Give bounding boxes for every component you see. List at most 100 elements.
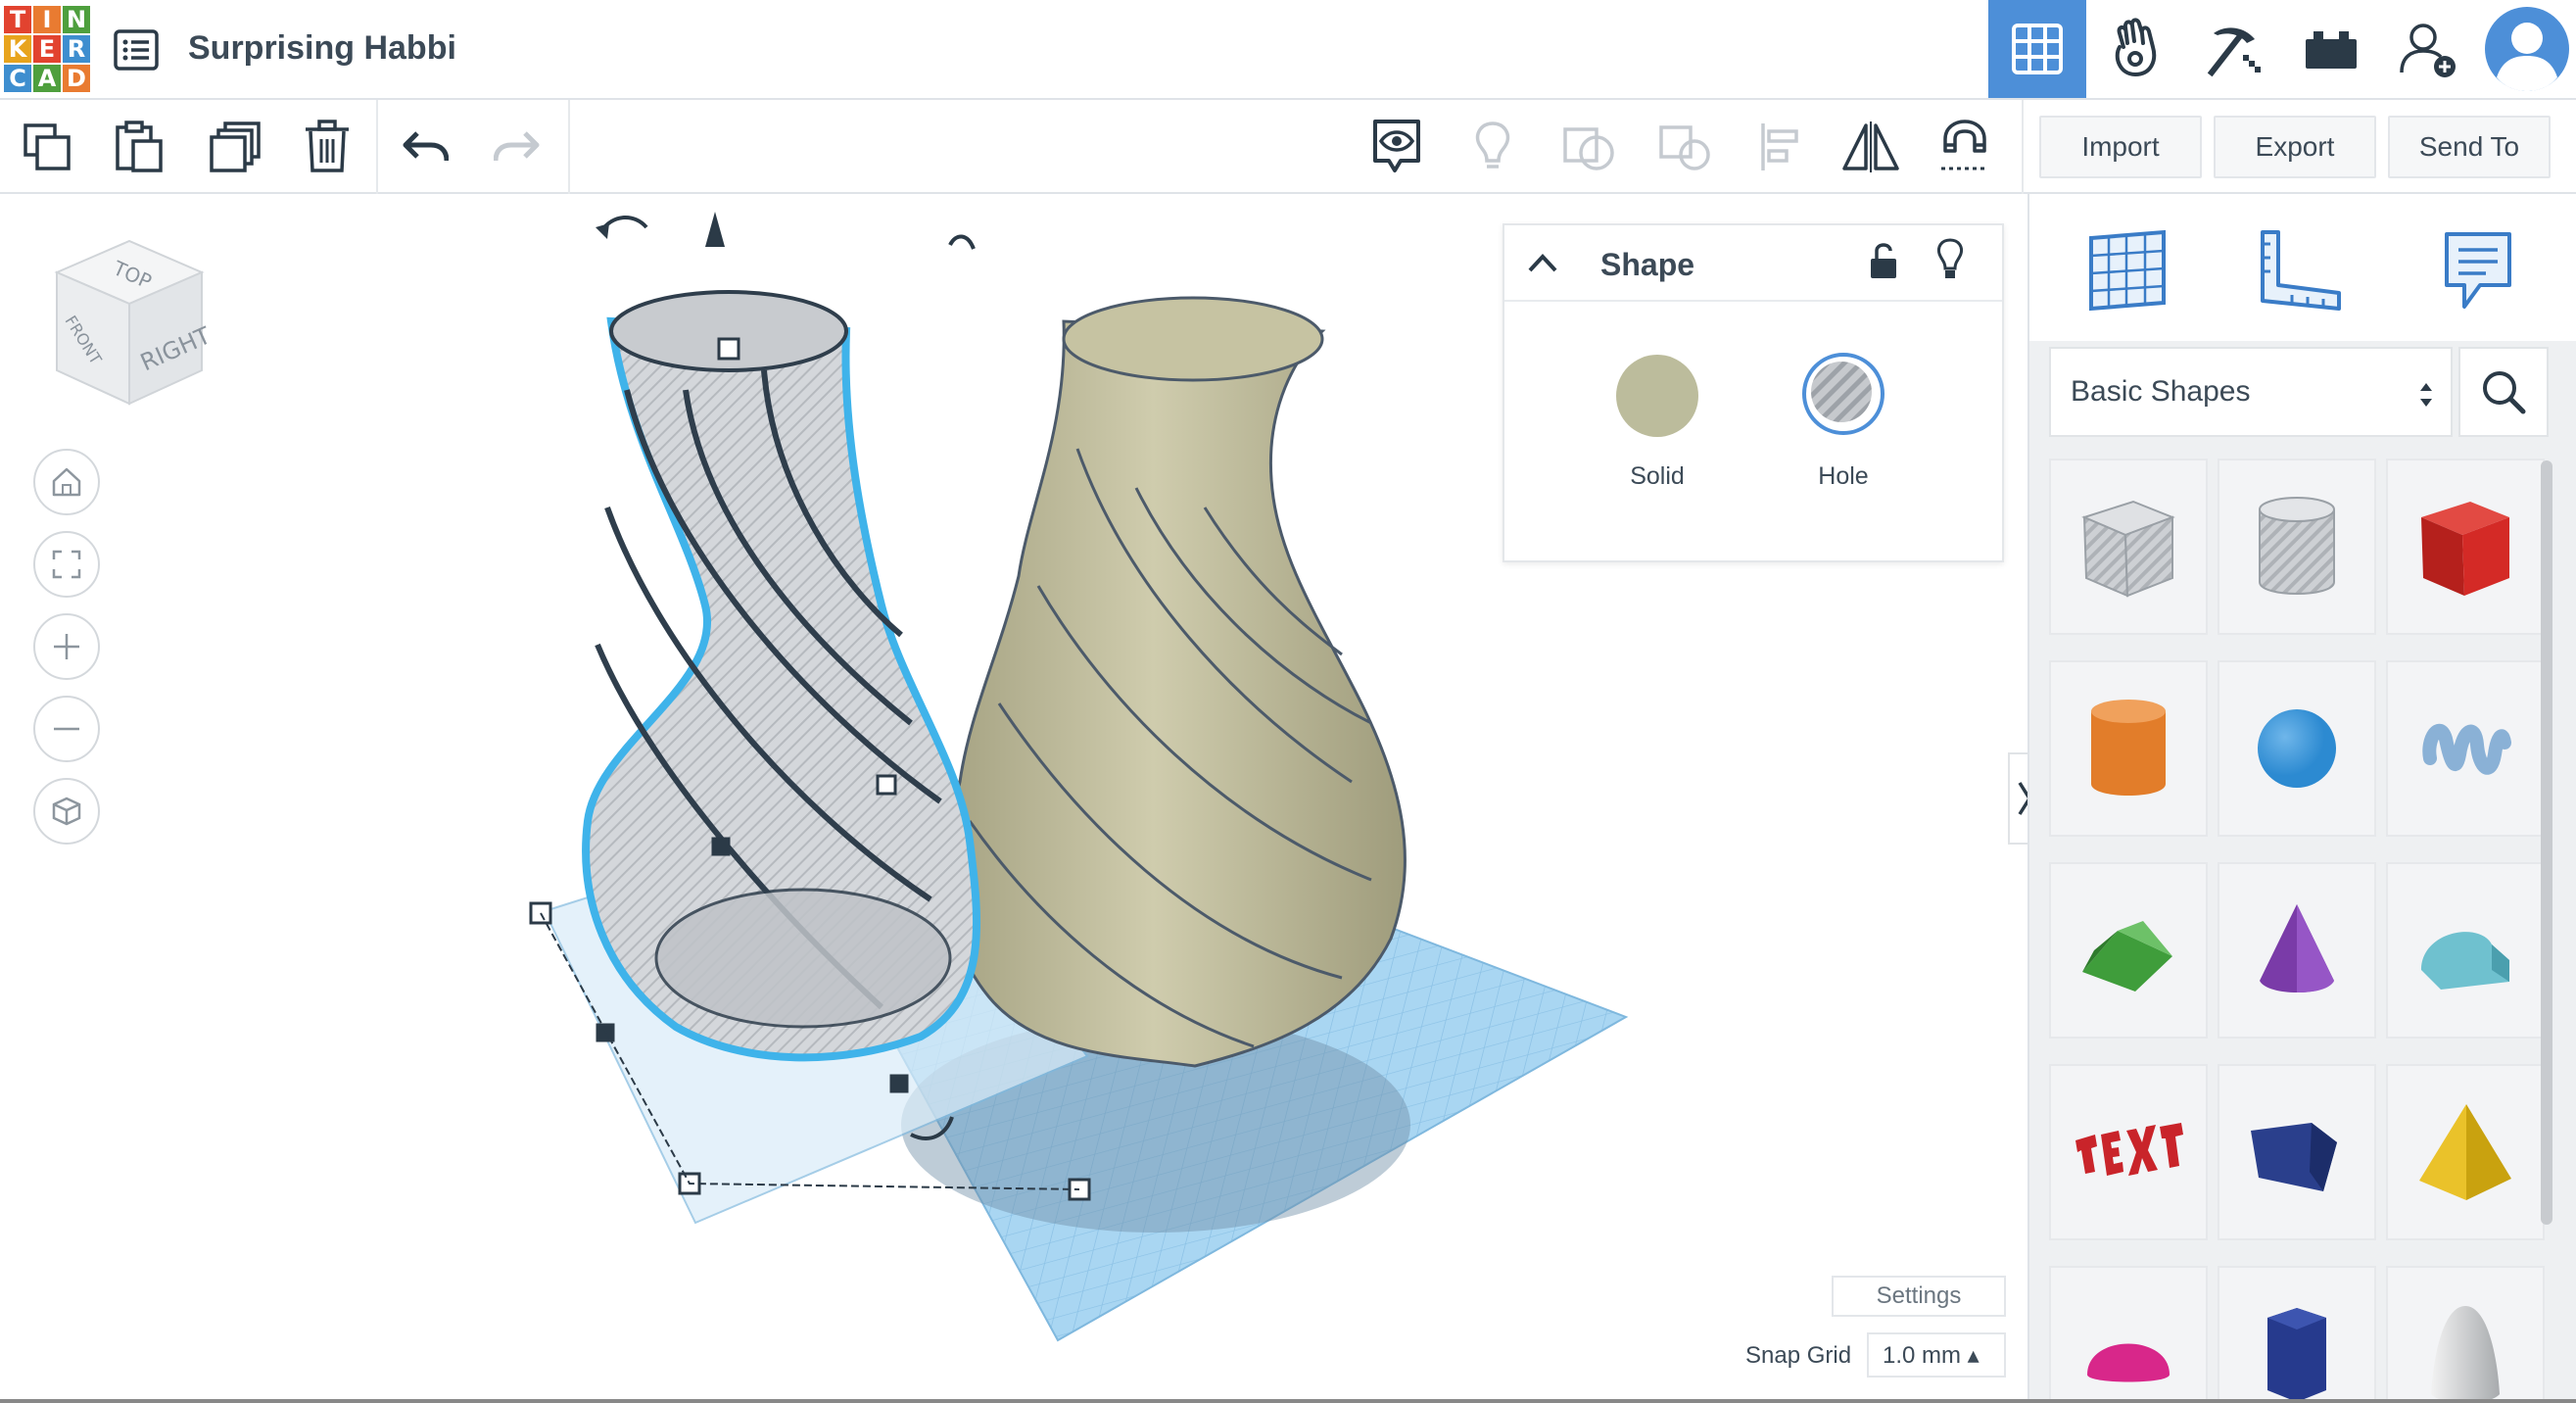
hide-lightbulb-icon[interactable]	[1935, 237, 1965, 287]
avatar-icon[interactable]	[2478, 0, 2576, 98]
notes-eye-icon[interactable]	[1363, 114, 1430, 180]
select-arrows-icon	[2420, 383, 2432, 407]
shape-tile-cone[interactable]	[2218, 862, 2376, 1039]
undo-icon[interactable]	[392, 114, 458, 180]
shape-panel-title: Shape	[1600, 247, 1695, 282]
export-button[interactable]: Export	[2214, 116, 2376, 178]
shape-tile-polygon[interactable]	[2218, 1064, 2376, 1240]
ungroup-icon[interactable]	[1651, 114, 1718, 180]
snap-grid-select[interactable]: 1.0 mm ▴	[1867, 1332, 2006, 1378]
paste-icon[interactable]	[106, 114, 172, 180]
mirror-icon[interactable]	[1837, 114, 1904, 180]
design-title[interactable]: Surprising Habbi	[188, 29, 456, 68]
sidebar-tabs	[2029, 194, 2576, 341]
paraboloid-shape-icon	[2431, 1306, 2500, 1403]
scribble-shape-icon	[2422, 723, 2511, 775]
solid-vase[interactable]	[946, 296, 1407, 1068]
settings-button[interactable]: Settings	[1832, 1276, 2006, 1317]
collapse-chevron-icon[interactable]	[1526, 247, 1559, 283]
sidebar-scrollbar[interactable]	[2541, 460, 2552, 1225]
rotate-arrow-icon[interactable]	[948, 234, 976, 250]
logo-letter: D	[63, 65, 90, 92]
workplane-grid-icon[interactable]	[2078, 221, 2176, 319]
minus-icon	[54, 727, 79, 731]
shape-inspector-panel: Shape Solid Hole	[1503, 223, 2004, 562]
send-to-button[interactable]: Send To	[2388, 116, 2551, 178]
shape-panel-header: Shape	[1504, 225, 2002, 302]
toolbar-divider	[2022, 100, 2024, 194]
shape-tile-roof[interactable]	[2049, 862, 2208, 1039]
shape-tile-sphere[interactable]	[2218, 660, 2376, 837]
shapes-sidebar: Basic Shapes	[2027, 194, 2576, 1403]
tinkercad-logo[interactable]: TIN KER CAD	[4, 6, 90, 92]
fit-view-button[interactable]	[33, 531, 100, 598]
hole-label: Hole	[1818, 462, 1869, 490]
bricks-icon[interactable]	[2282, 0, 2380, 98]
logo-letter: T	[4, 6, 31, 33]
shape-tile-paraboloid[interactable]	[2386, 1266, 2545, 1403]
group-icon[interactable]	[1555, 114, 1622, 180]
lift-cone-icon[interactable]	[705, 212, 725, 247]
unlock-icon[interactable]	[1867, 239, 1900, 287]
logo-letter: R	[63, 35, 90, 63]
shape-tile-cylinder-hole[interactable]	[2218, 459, 2376, 635]
3d-design-grid-icon[interactable]	[1988, 0, 2086, 98]
lightbulb-icon[interactable]	[1459, 114, 1526, 180]
shape-tile-box[interactable]	[2386, 459, 2545, 635]
fit-all-icon	[52, 550, 81, 579]
cruise-magnet-icon[interactable]	[1932, 114, 1998, 180]
logo-letter: A	[33, 65, 61, 92]
solid-label: Solid	[1630, 462, 1685, 490]
logo-letter: C	[4, 65, 31, 92]
hole-swatch[interactable]	[1802, 353, 1884, 435]
cube-view-icon	[52, 797, 81, 826]
tinkercad-editor: TINKERCAD Surprising Habbi Import Export…	[0, 0, 2576, 1403]
shape-search-button[interactable]	[2458, 347, 2549, 437]
codeblocks-pickaxe-icon[interactable]	[2184, 0, 2282, 98]
shape-tile-scribble[interactable]	[2386, 660, 2545, 837]
logo-letter: N	[63, 6, 90, 33]
polygon-shape-icon	[2251, 1123, 2337, 1191]
text-shape-icon	[2075, 1123, 2183, 1176]
hexagonal-prism-shape-icon	[2267, 1308, 2326, 1402]
hole-vase[interactable]	[582, 290, 981, 1062]
shape-tile-hexagonal-prism[interactable]	[2218, 1266, 2376, 1403]
duplicate-icon[interactable]	[202, 114, 268, 180]
pyramid-shape-icon	[2419, 1104, 2511, 1200]
circuits-hand-icon[interactable]	[2086, 0, 2184, 98]
logo-letter: K	[4, 35, 31, 63]
add-user-icon[interactable]	[2380, 0, 2478, 98]
box-shape-icon	[2421, 502, 2509, 596]
snap-grid-label: Snap Grid	[1745, 1342, 1852, 1369]
half-sphere-shape-icon	[2087, 1343, 2170, 1382]
zoom-in-button[interactable]	[33, 613, 100, 680]
shape-tile-pyramid[interactable]	[2386, 1064, 2545, 1240]
notes-icon[interactable]	[2429, 221, 2527, 319]
shape-tile-round-roof[interactable]	[2386, 862, 2545, 1039]
delete-icon[interactable]	[294, 114, 360, 180]
shape-tile-box-hole[interactable]	[2049, 459, 2208, 635]
solid-color-swatch[interactable]	[1616, 355, 1698, 437]
copy-icon[interactable]	[14, 114, 80, 180]
roof-shape-icon	[2082, 921, 2172, 992]
box-hole-shape-icon	[2081, 500, 2175, 598]
top-bar: TIN KER CAD Surprising Habbi	[0, 0, 2576, 100]
zoom-out-button[interactable]	[33, 696, 100, 762]
design-list-icon[interactable]	[114, 29, 159, 71]
search-icon	[2483, 371, 2526, 414]
home-icon	[52, 467, 81, 497]
shape-tile-text[interactable]	[2049, 1064, 2208, 1240]
view-cube[interactable]: TOP FRONT RIGHT	[45, 235, 215, 416]
home-view-button[interactable]	[33, 449, 100, 515]
toolbar-divider	[376, 100, 378, 194]
logo-letter: E	[33, 35, 61, 63]
ruler-icon[interactable]	[2251, 221, 2349, 319]
import-button[interactable]: Import	[2039, 116, 2202, 178]
align-icon[interactable]	[1747, 114, 1814, 180]
orthographic-button[interactable]	[33, 778, 100, 845]
redo-icon[interactable]	[484, 114, 550, 180]
shape-tile-half-sphere[interactable]	[2049, 1266, 2208, 1403]
plus-icon	[54, 634, 79, 659]
shape-tile-cylinder[interactable]	[2049, 660, 2208, 837]
shape-library-select[interactable]: Basic Shapes	[2049, 347, 2453, 437]
